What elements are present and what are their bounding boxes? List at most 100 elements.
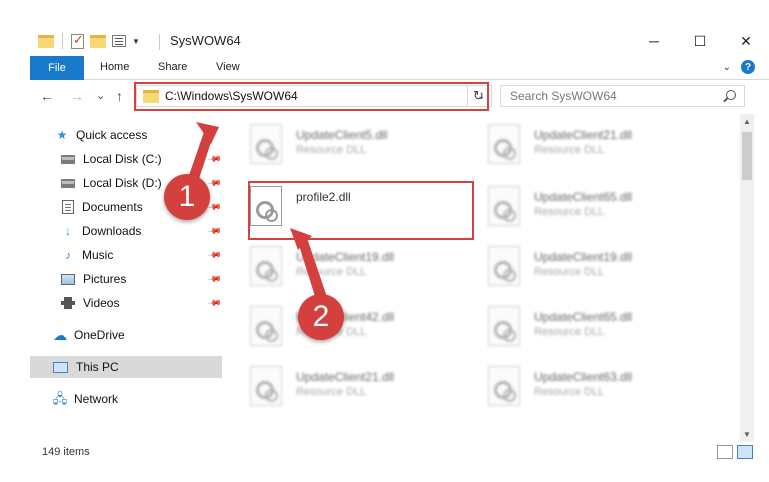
properties-check-icon[interactable] — [71, 32, 84, 49]
ribbon-right: ⌄ ? — [723, 60, 755, 74]
drive-icon — [61, 154, 75, 164]
item-count: 149 items — [42, 446, 90, 458]
search-icon[interactable] — [726, 90, 736, 100]
sidebar-item-local-disk-c[interactable]: Local Disk (C:) 📌 — [60, 148, 222, 170]
download-icon: ↓ — [65, 224, 71, 238]
scroll-up-icon[interactable]: ▲ — [743, 117, 751, 126]
window-controls: ─ ☐ ✕ — [631, 28, 769, 54]
back-button[interactable]: ← — [40, 88, 54, 104]
help-icon[interactable]: ? — [741, 60, 755, 74]
sidebar-item-label: Quick access — [76, 128, 148, 142]
step-2-badge: 2 — [298, 294, 344, 340]
sidebar-item-label: This PC — [76, 360, 119, 374]
dll-file-icon — [488, 124, 520, 164]
sidebar-item-pictures[interactable]: Pictures 📌 — [60, 268, 222, 290]
dll-file-icon — [488, 246, 520, 286]
search-box[interactable] — [500, 85, 745, 107]
details-view-icon[interactable] — [717, 445, 733, 459]
new-folder-icon[interactable] — [90, 34, 106, 48]
file-name: UpdateClient19.dll — [534, 250, 633, 264]
tab-file[interactable]: File — [30, 56, 84, 80]
picture-icon — [61, 273, 75, 285]
sidebar-item-music[interactable]: ♪ Music 📌 — [60, 244, 222, 266]
window-title: SysWOW64 — [170, 33, 241, 48]
drive-icon — [61, 178, 75, 188]
recent-locations-button[interactable]: ⌄ — [96, 89, 105, 102]
address-highlight-box — [134, 82, 489, 111]
large-icons-view-icon[interactable] — [737, 445, 753, 459]
sidebar-item-label: Pictures — [83, 272, 127, 286]
qat-dropdown-icon[interactable]: ▼ — [132, 37, 140, 46]
file-item[interactable]: UpdateClient21.dll Resource DLL — [232, 362, 452, 412]
dll-file-icon — [250, 124, 282, 164]
sidebar-item-onedrive[interactable]: ☁ OneDrive — [52, 324, 222, 346]
pin-icon[interactable]: 📌 — [207, 295, 222, 311]
pin-icon[interactable]: 📌 — [207, 247, 222, 263]
cloud-icon: ☁ — [53, 327, 67, 343]
file-name: UpdateClient65.dll — [534, 190, 633, 204]
vertical-scrollbar[interactable]: ▲ ▼ — [740, 114, 754, 442]
sidebar-item-downloads[interactable]: ↓ Downloads 📌 — [60, 220, 222, 242]
file-item[interactable]: UpdateClient5.dll Resource DLL — [232, 120, 452, 170]
file-highlight-box — [248, 181, 474, 240]
file-name: UpdateClient65.dll — [534, 310, 633, 324]
document-icon — [62, 200, 74, 214]
file-type: Resource DLL — [296, 386, 367, 398]
file-item[interactable]: UpdateClient65.dll Resource DLL — [470, 302, 690, 352]
close-button[interactable]: ✕ — [723, 28, 769, 54]
dll-file-icon — [488, 306, 520, 346]
dll-file-icon — [250, 366, 282, 406]
file-item[interactable]: UpdateClient65.dll Resource DLL — [470, 182, 690, 232]
dll-file-icon — [250, 246, 282, 286]
expand-ribbon-icon[interactable]: ⌄ — [723, 62, 731, 73]
sidebar-item-label: Local Disk (D:) — [83, 176, 162, 190]
minimize-button[interactable]: ─ — [631, 28, 677, 54]
dll-file-icon — [488, 366, 520, 406]
up-button[interactable]: ↑ — [116, 88, 123, 104]
sidebar-item-network[interactable]: 🖧 Network — [52, 388, 222, 410]
sidebar-item-label: Music — [82, 248, 114, 262]
sidebar-item-quick-access[interactable]: ★ Quick access — [54, 124, 222, 146]
sidebar-item-label: OneDrive — [74, 328, 125, 342]
file-type: Resource DLL — [534, 206, 605, 218]
file-type: Resource DLL — [296, 266, 367, 278]
pin-icon[interactable]: 📌 — [207, 175, 222, 191]
file-name: UpdateClient21.dll — [296, 370, 395, 384]
file-type: Resource DLL — [534, 386, 605, 398]
sidebar-item-videos[interactable]: Videos 📌 — [60, 292, 222, 314]
file-name: UpdateClient19.dll — [296, 250, 395, 264]
file-item[interactable]: UpdateClient21.dll Resource DLL — [470, 120, 690, 170]
forward-button[interactable]: → — [70, 88, 84, 104]
folder-icon — [38, 34, 54, 48]
tab-view[interactable]: View — [216, 61, 240, 73]
file-name: UpdateClient5.dll — [296, 128, 388, 142]
file-item[interactable]: UpdateClient19.dll Resource DLL — [470, 242, 690, 292]
file-list: UpdateClient5.dll Resource DLL profile2.… — [232, 118, 740, 440]
pin-icon[interactable]: 📌 — [207, 151, 222, 167]
pin-icon[interactable]: 📌 — [207, 223, 222, 239]
video-icon — [61, 297, 75, 309]
tab-share[interactable]: Share — [158, 61, 187, 73]
scroll-down-icon[interactable]: ▼ — [743, 430, 751, 439]
star-icon: ★ — [56, 128, 68, 142]
customize-icon[interactable] — [112, 35, 126, 47]
sidebar-item-this-pc[interactable]: This PC — [30, 356, 222, 378]
sidebar-item-label: Network — [74, 392, 119, 406]
maximize-button[interactable]: ☐ — [677, 28, 723, 54]
file-item[interactable]: UpdateClient63.dll Resource DLL — [470, 362, 690, 412]
tab-home[interactable]: Home — [100, 61, 129, 73]
ribbon-tabs: File Home Share View ⌄ ? — [30, 56, 769, 80]
sidebar-item-label: Videos — [83, 296, 120, 310]
pin-icon[interactable]: 📌 — [207, 271, 222, 287]
file-item[interactable]: UpdateClient19.dll Resource DLL — [232, 242, 452, 292]
computer-icon — [53, 361, 68, 373]
sidebar-item-label: Downloads — [82, 224, 142, 238]
music-icon: ♪ — [65, 248, 71, 262]
sidebar-item-label: Documents — [82, 200, 143, 214]
file-type: Resource DLL — [534, 266, 605, 278]
file-name: UpdateClient21.dll — [534, 128, 633, 142]
scroll-thumb[interactable] — [742, 132, 752, 180]
sidebar-item-label: Local Disk (C:) — [83, 152, 162, 166]
search-input[interactable] — [510, 89, 720, 103]
title-bar: ▼ SysWOW64 ─ ☐ ✕ — [0, 0, 769, 52]
